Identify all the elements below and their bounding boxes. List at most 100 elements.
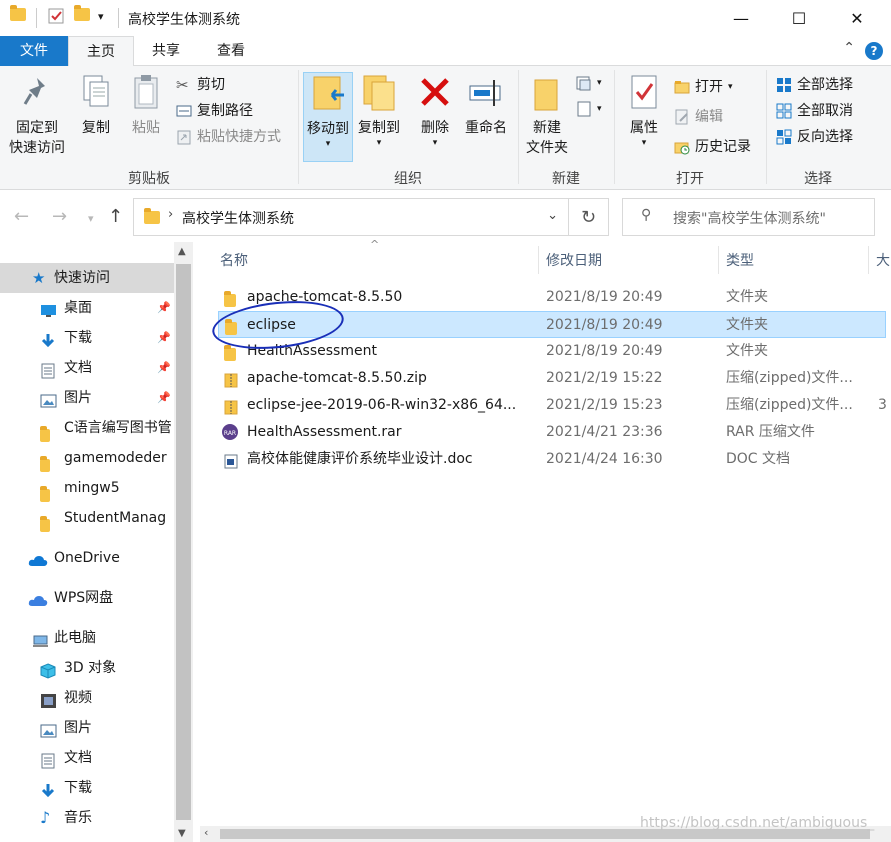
nav-item-desktop[interactable]: 桌面 📌 [0,293,174,323]
nav-item-documents[interactable]: 文档 [0,743,174,773]
divider[interactable] [868,246,869,274]
tab-share[interactable]: 共享 [136,36,196,66]
new-item-button[interactable]: ▾ [576,72,602,94]
nav-item-3d-objects[interactable]: 3D 对象 [0,653,174,683]
table-row[interactable]: eclipse-jee-2019-06-R-win32-x86_64... 20… [218,392,887,419]
divider[interactable] [718,246,719,274]
nav-item-folder[interactable]: StudentManag [0,503,174,533]
tab-home[interactable]: 主页 [68,36,134,67]
nav-item-videos[interactable]: 视频 [0,683,174,713]
delete-button[interactable]: 删除 ▾ [416,72,454,148]
copy-path-button[interactable]: 复制路径 [176,100,253,122]
column-size[interactable]: 大 [876,250,890,270]
new-folder-icon[interactable] [74,5,90,24]
edit-button[interactable]: 编辑 [674,106,723,128]
table-row[interactable]: 高校体能健康评价系统毕业设计.doc 2021/4/24 16:30 DOC 文… [218,446,886,473]
nav-item-downloads[interactable]: 下载 📌 [0,323,174,353]
help-icon[interactable]: ? [865,42,883,60]
paste-button[interactable]: 粘贴 [124,72,168,138]
divider[interactable] [538,246,539,274]
forward-arrow-icon[interactable]: → [52,206,67,227]
copy-label: 复制 [82,120,110,136]
copy-button[interactable]: 复制 [74,72,118,138]
column-type[interactable]: 类型 [726,250,754,270]
file-name: eclipse-jee-2019-06-R-win32-x86_64... [247,397,517,413]
back-arrow-icon[interactable]: ← [14,206,29,227]
scroll-left-icon[interactable]: ‹ [204,826,208,839]
address-dropdown-icon[interactable]: ⌄ [547,208,558,223]
title-bar: ▾ 高校学生体测系统 — ☐ ✕ [0,0,891,36]
nav-item-folder[interactable]: gamemodeder [0,443,174,473]
folder-icon [144,208,160,228]
refresh-button[interactable]: ↻ [569,198,609,236]
nav-this-pc[interactable]: 此电脑 [0,623,174,653]
table-row[interactable]: apache-tomcat-8.5.50.zip 2021/2/19 15:22… [218,365,886,392]
nav-wps[interactable]: WPS网盘 [0,583,174,613]
ribbon-collapse-icon[interactable]: ⌃ [843,40,855,56]
cloud-icon [28,550,48,566]
select-none-icon [776,103,792,119]
breadcrumb-chevron-icon[interactable]: › [168,207,173,222]
file-type: 文件夹 [726,317,768,333]
nav-onedrive[interactable]: OneDrive [0,543,174,573]
scrollbar-thumb[interactable] [176,264,191,820]
pin-icon[interactable]: 📌 [157,323,171,353]
paste-shortcut-button[interactable]: 粘贴快捷方式 [176,126,281,148]
nav-item-pictures[interactable]: 图片 [0,713,174,743]
table-row[interactable]: RAR HealthAssessment.rar 2021/4/21 23:36… [218,419,886,446]
column-date[interactable]: 修改日期 [546,250,602,270]
open-button[interactable]: 打开 ▾ [674,76,733,98]
new-folder-button[interactable]: 新建 文件夹 [522,72,572,158]
invert-selection-button[interactable]: 反向选择 [776,126,853,148]
scroll-up-icon[interactable]: ▲ [178,246,186,257]
pin-quick-access-button[interactable]: 固定到 快速访问 [4,72,70,158]
properties-button[interactable]: 属性 ▾ [622,72,666,148]
nav-item-pictures[interactable]: 图片 📌 [0,383,174,413]
pin-icon[interactable]: 📌 [157,383,171,413]
copy-to-button[interactable]: 复制到 ▾ [354,72,404,148]
scroll-down-icon[interactable]: ▼ [178,828,186,839]
file-date: 2021/8/19 20:49 [546,289,663,305]
select-none-button[interactable]: 全部取消 [776,100,853,122]
pin-icon[interactable]: 📌 [157,353,171,383]
table-row[interactable]: HealthAssessment 2021/8/19 20:49 文件夹 [218,338,886,365]
address-bar[interactable]: › 高校学生体测系统 ⌄ [133,198,569,236]
rename-button[interactable]: 重命名 [460,72,512,138]
nav-item-downloads[interactable]: 下载 [0,773,174,803]
properties-check-icon[interactable] [48,8,64,24]
file-type: 压缩(zipped)文件... [726,370,853,386]
desktop-icon [40,300,57,317]
nav-item-folder[interactable]: C语言编写图书管 [0,413,174,443]
cut-button[interactable]: ✂ 剪切 [176,74,225,96]
easy-access-button[interactable]: ▾ [576,98,602,120]
pin-icon[interactable]: 📌 [157,293,171,323]
move-to-button[interactable]: 移动到 ▾ [303,72,353,162]
chevron-down-icon: ▾ [728,82,733,92]
folder-icon[interactable] [10,5,26,24]
open-group-label: 打开 [676,171,704,187]
nav-label: 下载 [64,780,92,796]
word-document-icon [224,452,238,469]
nav-quick-access[interactable]: ★ 快速访问 [0,263,174,293]
search-input[interactable]: ⚲ 搜索"高校学生体测系统" [622,198,875,236]
tab-view[interactable]: 查看 [200,36,262,66]
recent-chevron-icon[interactable]: ▾ [88,212,94,225]
tab-file[interactable]: 文件 [0,36,68,66]
nav-scrollbar[interactable]: ▲ ▼ [174,242,193,842]
history-button[interactable]: 历史记录 [674,136,751,158]
nav-item-folder[interactable]: mingw5 [0,473,174,503]
nav-item-music[interactable]: ♪ 音乐 [0,803,174,833]
up-arrow-icon[interactable]: ↑ [108,206,123,227]
folder-icon [40,423,57,442]
chevron-down-icon[interactable]: ▾ [98,10,114,26]
file-type: 文件夹 [726,289,768,305]
nav-item-documents[interactable]: 文档 📌 [0,353,174,383]
column-name[interactable]: 名称 [220,250,248,270]
maximize-button[interactable]: ☐ [770,0,828,36]
close-button[interactable]: ✕ [828,0,886,36]
minimize-button[interactable]: — [712,0,770,36]
nav-label: WPS网盘 [54,590,114,606]
file-name: HealthAssessment.rar [247,424,402,440]
breadcrumb-path[interactable]: 高校学生体测系统 [182,208,294,228]
select-all-button[interactable]: 全部选择 [776,74,853,96]
